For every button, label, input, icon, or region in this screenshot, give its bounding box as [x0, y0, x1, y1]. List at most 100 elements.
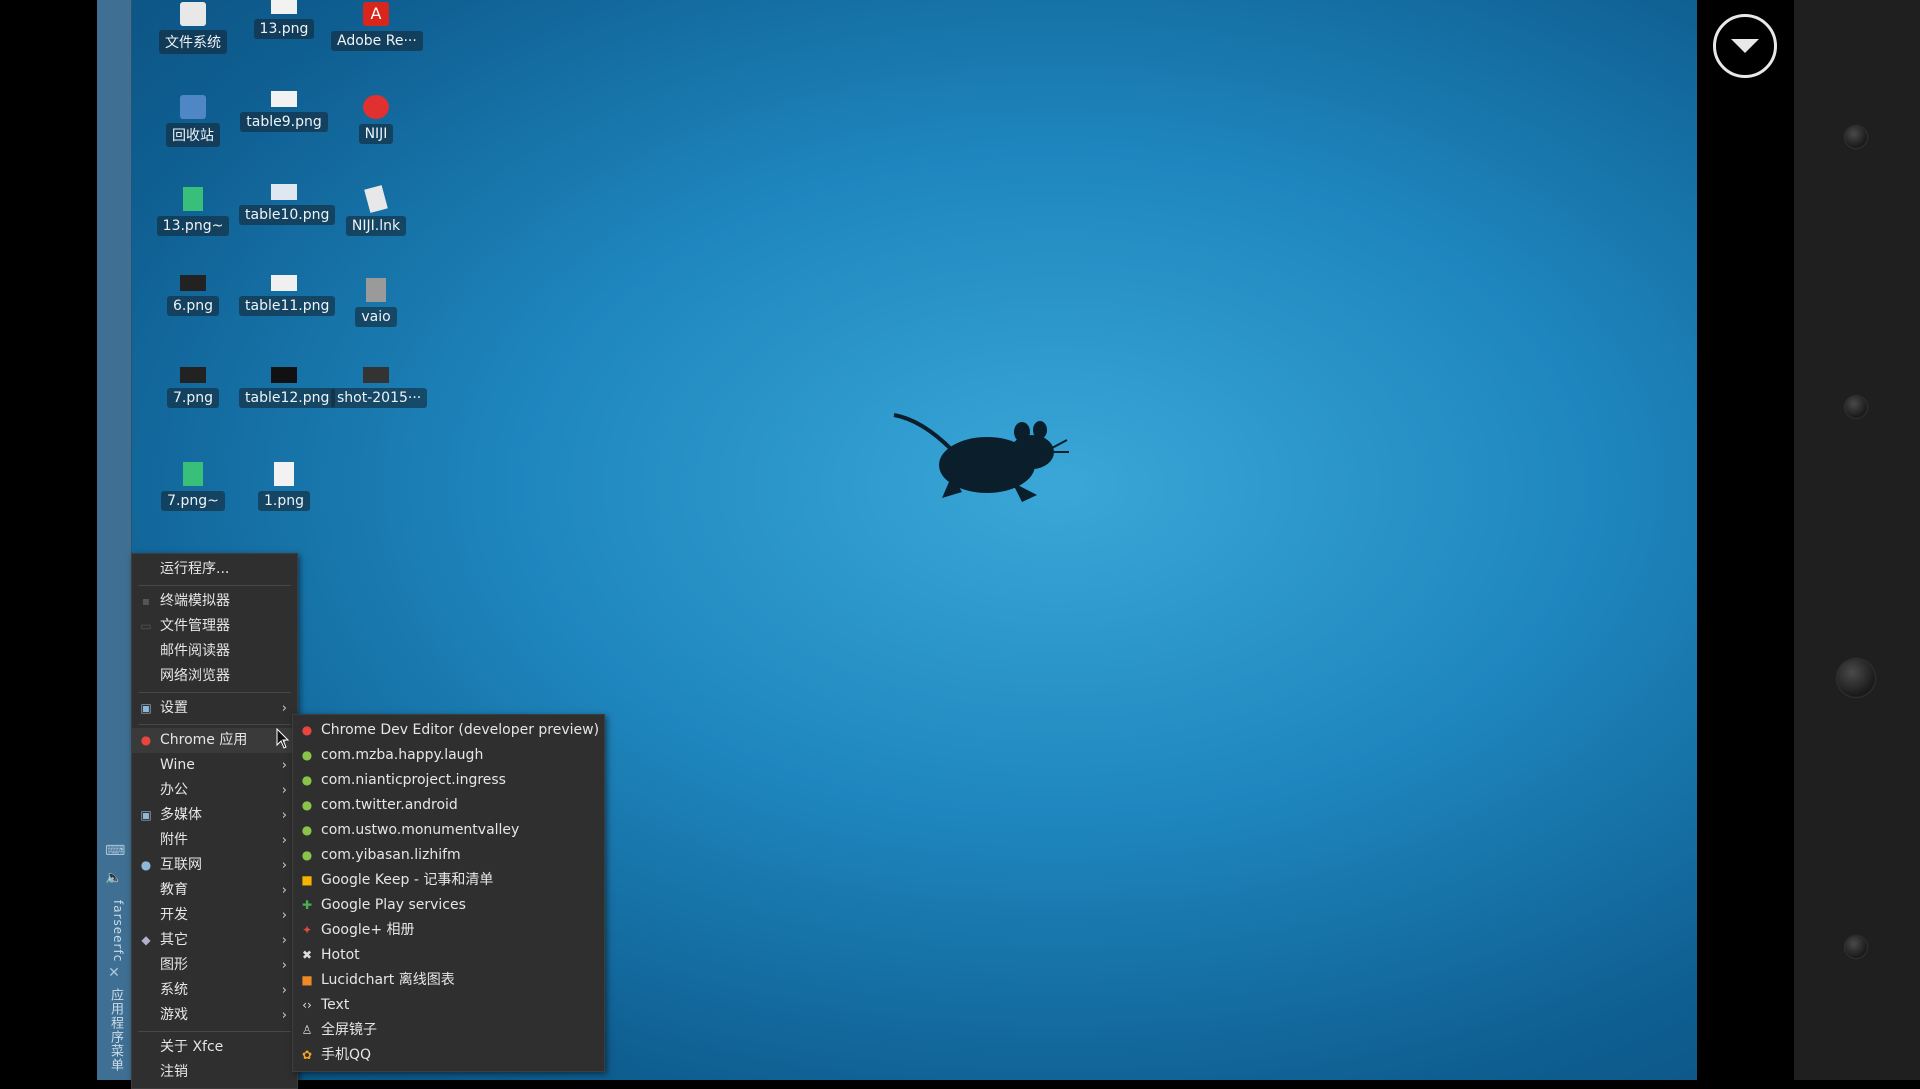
keyboard-icon[interactable]: ⌨ — [105, 843, 125, 859]
desktop-icon-7-png[interactable]: 7.png — [148, 367, 238, 408]
menu-item-other[interactable]: ◆ 其它 › — [132, 928, 297, 953]
menu-item-games[interactable]: 游戏 › — [132, 1003, 297, 1028]
xfce-mouse-logo — [893, 413, 1069, 502]
submenu-item-text[interactable]: ‹› Text — [293, 993, 604, 1018]
nav-dot-top[interactable] — [1845, 126, 1867, 148]
qq-icon: ✿ — [301, 1048, 313, 1062]
android-icon: ● — [301, 798, 313, 812]
menu-item-browser[interactable]: 网络浏览器 — [132, 664, 297, 689]
menu-item-system[interactable]: 系统 › — [132, 978, 297, 1003]
submenu-item-chrome-dev-editor[interactable]: ● Chrome Dev Editor (developer preview) — [293, 718, 604, 743]
text-file-icon — [183, 462, 203, 486]
desktop-icon-shot-2015[interactable]: shot-2015··· — [331, 367, 428, 408]
submenu-item-happy-laugh[interactable]: ● com.mzba.happy.laugh — [293, 743, 604, 768]
menu-item-wine[interactable]: Wine › — [132, 753, 297, 778]
desktop-icon-niji[interactable]: NIJI — [331, 95, 421, 144]
chevron-down-icon[interactable] — [1713, 14, 1777, 78]
xfce-logo-icon[interactable]: ✕ — [105, 965, 123, 981]
menu-item-logout[interactable]: 注销 — [132, 1060, 297, 1085]
menu-item-graphics[interactable]: 图形 › — [132, 953, 297, 978]
desktop-icon-adobe-reader[interactable]: A Adobe Re··· — [331, 2, 423, 51]
menu-item-multimedia[interactable]: ▣ 多媒体 › — [132, 803, 297, 828]
menu-item-office[interactable]: 办公 › — [132, 778, 297, 803]
applications-menu-button[interactable]: 应用程序菜单 — [103, 988, 125, 1078]
submenu-item-ingress[interactable]: ● com.nianticproject.ingress — [293, 768, 604, 793]
volume-icon[interactable]: 🔈 — [105, 870, 123, 886]
menu-separator — [138, 1031, 291, 1032]
image-file-icon — [274, 462, 294, 486]
submenu-item-play-services[interactable]: ✚ Google Play services — [293, 893, 604, 918]
menu-item-file-manager[interactable]: ▭ 文件管理器 — [132, 614, 297, 639]
other-icon: ◆ — [141, 933, 151, 947]
submenu-arrow-icon: › — [281, 1008, 287, 1023]
desktop-icon-7-png-backup[interactable]: 7.png~ — [148, 462, 238, 511]
office-icon — [139, 783, 153, 797]
menu-item-development[interactable]: 开发 › — [132, 903, 297, 928]
menu-item-internet[interactable]: ● 互联网 › — [132, 853, 297, 878]
desktop-icon-vaio[interactable]: vaio — [331, 278, 421, 327]
menu-item-chrome-apps[interactable]: ●Chrome 应用› — [132, 728, 297, 753]
left-black-margin — [0, 0, 97, 1080]
image-file-icon — [271, 91, 297, 107]
submenu-item-fullscreen-mirror[interactable]: ♙ 全屏镜子 — [293, 1018, 604, 1043]
submenu-item-hotot[interactable]: ✖ Hotot — [293, 943, 604, 968]
menu-item-terminal[interactable]: ▪ 终端模拟器 — [132, 589, 297, 614]
submenu-item-google-plus-photos[interactable]: ✦ Google+ 相册 — [293, 918, 604, 943]
submenu-arrow-icon: › — [281, 808, 287, 823]
desktop-icon-13-png[interactable]: 13.png — [239, 0, 329, 39]
menu-separator — [138, 585, 291, 586]
desktop-icon-niji-lnk[interactable]: NIJI.lnk — [331, 185, 421, 236]
menu-separator — [138, 724, 291, 725]
desktop-icon-trash[interactable]: 回收站 — [148, 95, 238, 147]
android-icon: ● — [301, 848, 313, 862]
submenu-item-google-keep[interactable]: ■ Google Keep - 记事和清单 — [293, 868, 604, 893]
run-icon — [139, 562, 153, 576]
desktop-icon-1-png[interactable]: 1.png — [239, 462, 329, 511]
desktop-icon-table9-png[interactable]: table9.png — [239, 91, 329, 132]
education-icon — [139, 883, 153, 897]
photos-icon: ✦ — [301, 923, 313, 937]
android-navigation-area — [1697, 0, 1920, 1080]
chrome-icon: ● — [301, 723, 313, 737]
mouse-pointer-icon — [276, 728, 290, 749]
menu-item-education[interactable]: 教育 › — [132, 878, 297, 903]
nav-dot-bottom[interactable] — [1845, 936, 1867, 958]
submenu-arrow-icon: › — [281, 858, 287, 873]
nav-dot-center[interactable] — [1837, 659, 1875, 697]
submenu-arrow-icon: › — [281, 933, 287, 948]
terminal-icon: ▪ — [141, 594, 151, 608]
menu-item-run[interactable]: 运行程序... — [132, 557, 297, 582]
graphics-icon — [139, 958, 153, 972]
submenu-arrow-icon: › — [281, 833, 287, 848]
filesystem-icon — [180, 2, 206, 26]
submenu-item-monument-valley[interactable]: ● com.ustwo.monumentvalley — [293, 818, 604, 843]
submenu-item-twitter[interactable]: ● com.twitter.android — [293, 793, 604, 818]
desktop-icon-table10-png[interactable]: table10.png — [239, 184, 336, 225]
submenu-arrow-icon: › — [281, 701, 287, 716]
desktop-icon-table12-png[interactable]: table12.png — [239, 367, 336, 408]
desktop-icon-table11-png[interactable]: table11.png — [239, 275, 336, 316]
submenu-item-lizhifm[interactable]: ● com.yibasan.lizhifm — [293, 843, 604, 868]
file-manager-icon: ▭ — [140, 619, 152, 633]
multimedia-icon: ▣ — [140, 808, 152, 822]
image-file-icon — [180, 367, 206, 383]
menu-item-settings[interactable]: ▣ 设置 › — [132, 696, 297, 721]
menu-item-accessories[interactable]: 附件 › — [132, 828, 297, 853]
submenu-item-lucidchart[interactable]: ■ Lucidchart 离线图表 — [293, 968, 604, 993]
desktop-icon-6-png[interactable]: 6.png — [148, 275, 238, 316]
browser-icon — [139, 669, 153, 683]
submenu-arrow-icon: › — [281, 758, 287, 773]
niji-icon — [363, 95, 389, 119]
nav-dot-upper[interactable] — [1845, 396, 1867, 418]
desktop-icon-13-png-backup[interactable]: 13.png~ — [148, 187, 238, 236]
submenu-arrow-icon: › — [281, 883, 287, 898]
text-file-icon — [183, 187, 203, 211]
menu-item-about-xfce[interactable]: 关于 Xfce — [132, 1035, 297, 1060]
submenu-arrow-icon: › — [281, 783, 287, 798]
submenu-item-mobile-qq[interactable]: ✿ 手机QQ — [293, 1043, 604, 1068]
menu-item-mail[interactable]: 邮件阅读器 — [132, 639, 297, 664]
development-icon — [139, 908, 153, 922]
desktop-icon-filesystem[interactable]: 文件系统 — [148, 2, 238, 54]
image-file-icon — [271, 367, 297, 383]
android-icon: ● — [301, 748, 313, 762]
